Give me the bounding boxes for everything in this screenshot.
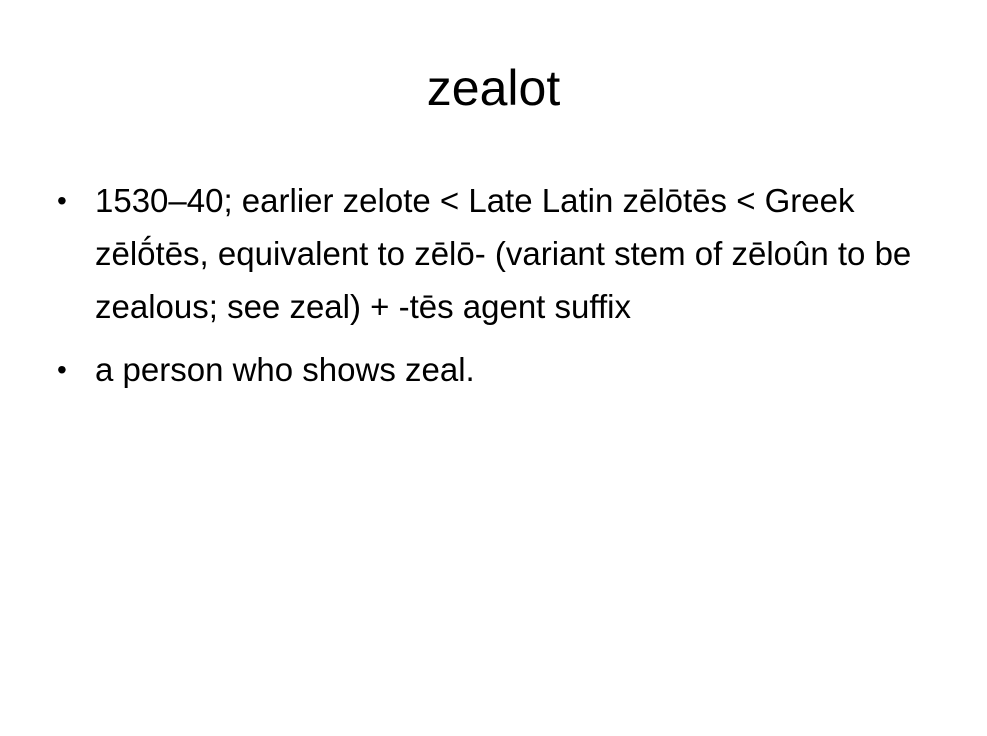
- bullet-text: a person who shows zeal.: [95, 351, 475, 388]
- bullet-item-definition: • a person who shows zeal.: [57, 343, 917, 396]
- bullet-text: 1530–40; earlier zelote < Late Latin zēl…: [95, 182, 912, 325]
- bullet-item-etymology: • 1530–40; earlier zelote < Late Latin z…: [57, 174, 917, 333]
- slide: zealot • 1530–40; earlier zelote < Late …: [0, 0, 987, 736]
- bullet-list: • 1530–40; earlier zelote < Late Latin z…: [57, 174, 917, 406]
- bullet-dot-icon: •: [57, 354, 67, 385]
- slide-title: zealot: [426, 60, 561, 116]
- bullet-dot-icon: •: [57, 185, 67, 216]
